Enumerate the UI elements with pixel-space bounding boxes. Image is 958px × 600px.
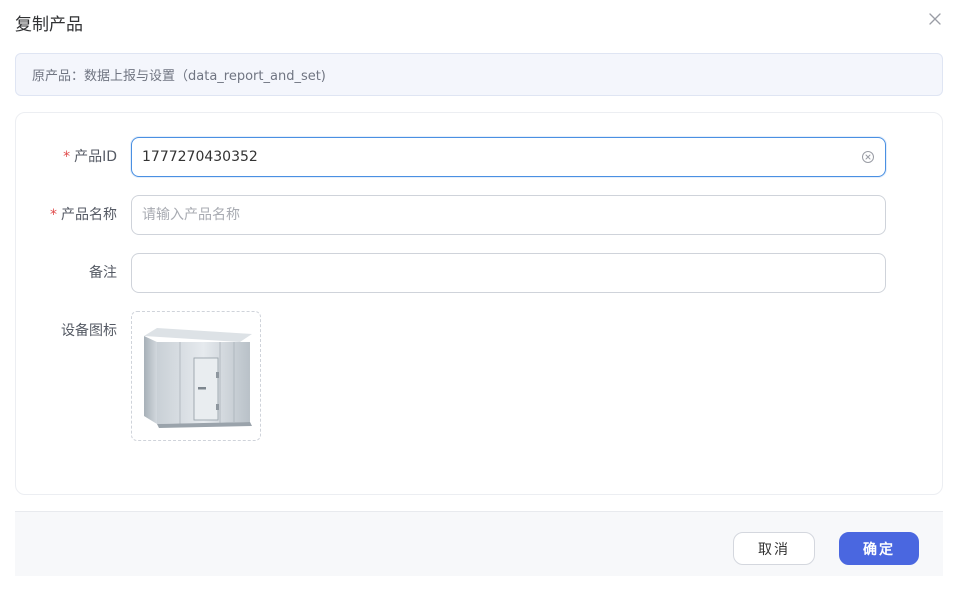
dialog-footer: 取消 确定 [15, 511, 943, 576]
device-icon-upload[interactable] [131, 311, 261, 441]
form-row-product-name: * 产品名称 [16, 195, 942, 235]
product-id-field [131, 137, 886, 177]
product-id-input[interactable] [142, 138, 861, 176]
confirm-button[interactable]: 确定 [839, 532, 919, 565]
product-name-input[interactable] [142, 196, 875, 234]
circle-x-icon[interactable] [861, 150, 875, 164]
source-product-text: 原产品：数据上报与设置（data_report_and_set) [32, 69, 326, 84]
remark-input[interactable] [142, 254, 875, 292]
device-icon-label: 设备图标 [61, 323, 117, 339]
product-name-label: * 产品名称 [50, 195, 117, 235]
cold-room-image [144, 328, 252, 428]
required-mark: * [63, 149, 71, 165]
product-id-label-text: 产品ID [74, 149, 117, 165]
remark-field [131, 253, 886, 293]
required-mark: * [50, 207, 57, 223]
product-name-label-text: 产品名称 [61, 207, 117, 223]
form-row-device-icon: 设备图标 [16, 311, 942, 443]
product-name-field [131, 195, 886, 235]
dialog-title: 复制产品 [15, 15, 83, 35]
copy-product-dialog: 复制产品 原产品：数据上报与设置（data_report_and_set) * 产… [0, 0, 958, 600]
cancel-button[interactable]: 取消 [733, 532, 815, 565]
form-row-product-id: * 产品ID [16, 137, 942, 177]
close-icon[interactable] [926, 10, 944, 28]
product-id-label: * 产品ID [63, 137, 117, 177]
product-form: *产品ID *产品名称 备注 [15, 112, 943, 495]
source-product-banner: 原产品：数据上报与设置（data_report_and_set) [15, 53, 943, 96]
remark-label: 备注 [89, 265, 117, 281]
form-row-remark: 备注 [16, 253, 942, 293]
